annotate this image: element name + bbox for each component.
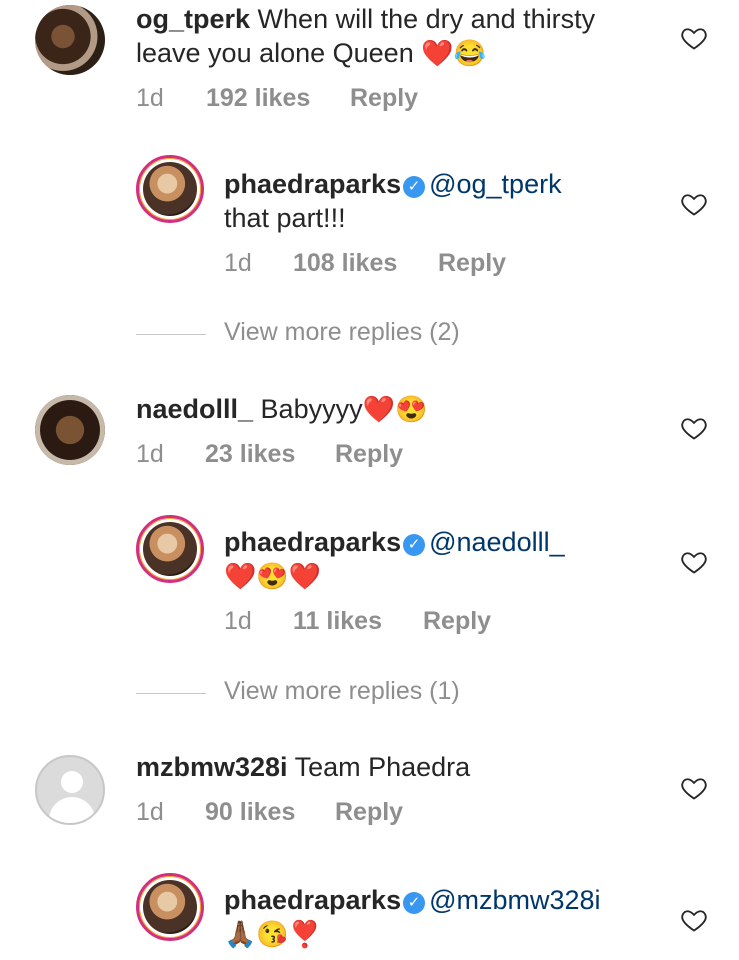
mention-link[interactable]: @naedolll_ — [429, 527, 565, 557]
username[interactable]: og_tperk — [136, 4, 250, 34]
view-more-replies-button[interactable]: View more replies (1) — [136, 677, 460, 706]
divider-line — [136, 334, 206, 335]
comment-text: Team Phaedra — [294, 752, 471, 782]
divider-line — [136, 693, 206, 694]
avatar[interactable] — [35, 395, 105, 465]
avatar-story-ring[interactable] — [136, 515, 204, 583]
mention-link[interactable]: @mzbmw328i — [429, 885, 600, 915]
verified-badge-icon: ✓ — [403, 534, 426, 556]
comment-text: that part!!! — [224, 203, 346, 233]
timestamp: 1d — [136, 440, 164, 468]
view-more-replies-button[interactable]: View more replies (2) — [136, 318, 460, 347]
timestamp: 1d — [224, 249, 252, 277]
reply-button[interactable]: Reply — [335, 440, 403, 469]
comment-emoji: 🙏🏾😘❣️ — [224, 919, 322, 949]
username[interactable]: phaedraparks — [224, 885, 401, 915]
comment-text: Babyyyy — [260, 394, 363, 424]
reply-button[interactable]: Reply — [438, 249, 506, 278]
comment-body: og_tperk When will the dry and thirsty l… — [136, 2, 656, 70]
verified-badge-icon: ✓ — [403, 176, 426, 198]
timestamp: 1d — [224, 607, 252, 635]
comment-text: When will the dry and thirsty — [257, 4, 596, 34]
reply-button[interactable]: Reply — [350, 84, 418, 113]
view-more-label: View more replies (1) — [224, 677, 460, 705]
comment-text-line2: leave you alone Queen — [136, 38, 414, 68]
avatar-story-ring[interactable] — [136, 873, 204, 941]
likes-count[interactable]: 108 likes — [293, 249, 397, 278]
heart-outline-icon[interactable] — [680, 24, 708, 52]
reply-button[interactable]: Reply — [335, 798, 403, 827]
mention-link[interactable]: @og_tperk — [429, 169, 561, 199]
comment-body: mzbmw328i Team Phaedra — [136, 750, 656, 784]
verified-badge-icon: ✓ — [403, 892, 426, 914]
comment-body: naedolll_ Babyyyy❤️😍 — [136, 392, 656, 426]
username[interactable]: mzbmw328i — [136, 752, 288, 782]
likes-count[interactable]: 11 likes — [293, 607, 382, 636]
comment-body: phaedraparks ✓ @mzbmw328i 🙏🏾😘❣️ — [224, 883, 664, 951]
comment-body: phaedraparks ✓ @naedolll_ ❤️😍❤️ — [224, 525, 664, 593]
comment-emoji: ❤️😂 — [421, 38, 486, 68]
avatar[interactable] — [35, 5, 105, 75]
likes-count[interactable]: 90 likes — [205, 798, 295, 827]
heart-outline-icon[interactable] — [680, 548, 708, 576]
heart-outline-icon[interactable] — [680, 906, 708, 934]
username[interactable]: phaedraparks — [224, 527, 401, 557]
heart-outline-icon[interactable] — [680, 190, 708, 218]
heart-outline-icon[interactable] — [680, 414, 708, 442]
likes-count[interactable]: 192 likes — [206, 84, 310, 113]
likes-count[interactable]: 23 likes — [205, 440, 295, 469]
comment-emoji: ❤️😍❤️ — [224, 561, 322, 591]
timestamp: 1d — [136, 84, 164, 112]
comment-body: phaedraparks ✓ @og_tperk that part!!! — [224, 167, 664, 235]
username[interactable]: phaedraparks — [224, 169, 401, 199]
reply-button[interactable]: Reply — [423, 607, 491, 636]
timestamp: 1d — [136, 798, 164, 826]
view-more-label: View more replies (2) — [224, 318, 460, 346]
avatar-story-ring[interactable] — [136, 155, 204, 223]
comment-emoji: ❤️😍 — [362, 394, 428, 424]
username[interactable]: naedolll_ — [136, 394, 253, 424]
heart-outline-icon[interactable] — [680, 774, 708, 802]
default-avatar-icon[interactable] — [35, 755, 105, 825]
